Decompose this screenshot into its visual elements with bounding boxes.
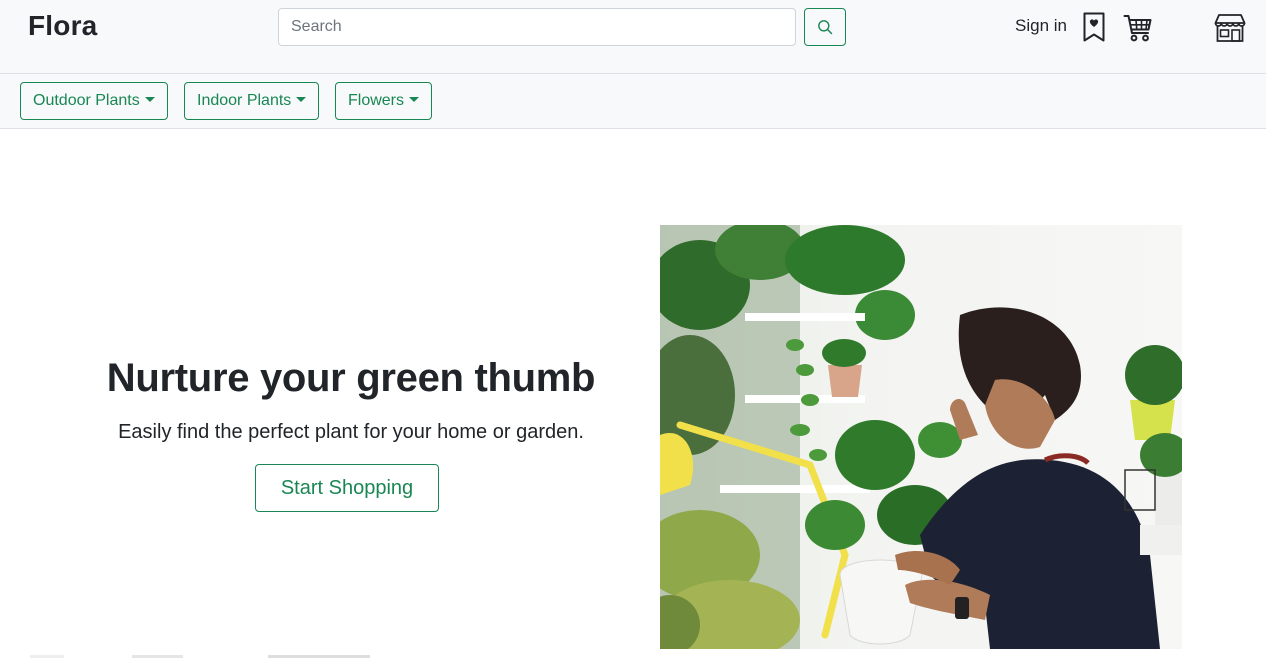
search-button[interactable] — [804, 8, 846, 46]
shop-button[interactable] — [1211, 11, 1249, 45]
flowers-dropdown[interactable]: Flowers — [335, 82, 433, 120]
caret-down-icon — [144, 96, 155, 102]
cart-icon — [1123, 15, 1152, 42]
caret-down-icon — [296, 96, 307, 102]
start-shopping-button[interactable]: Start Shopping — [255, 464, 439, 512]
search-input[interactable] — [278, 8, 796, 46]
hero-subtitle: Easily find the perfect plant for your h… — [118, 421, 584, 443]
hero-title: Nurture your green thumb — [106, 356, 596, 400]
wishlist-button[interactable] — [1080, 10, 1108, 44]
dropdown-label: Outdoor Plants — [33, 92, 140, 109]
outdoor-plants-dropdown[interactable]: Outdoor Plants — [20, 82, 168, 120]
search-icon — [818, 20, 833, 35]
brand-logo[interactable]: Flora — [28, 10, 97, 42]
category-nav: Outdoor Plants Indoor Plants Flowers — [0, 74, 1266, 129]
indoor-plants-dropdown[interactable]: Indoor Plants — [184, 82, 320, 120]
hero-image — [660, 225, 1182, 649]
caret-down-icon — [409, 96, 420, 102]
dropdown-label: Indoor Plants — [197, 92, 292, 109]
top-navbar: Flora Sign in — [0, 0, 1266, 74]
dropdown-label: Flowers — [348, 92, 405, 109]
shop-icon — [1214, 14, 1246, 42]
sign-in-link[interactable]: Sign in — [1015, 16, 1067, 36]
cart-button[interactable] — [1121, 12, 1155, 44]
bookmark-heart-icon — [1083, 12, 1105, 42]
